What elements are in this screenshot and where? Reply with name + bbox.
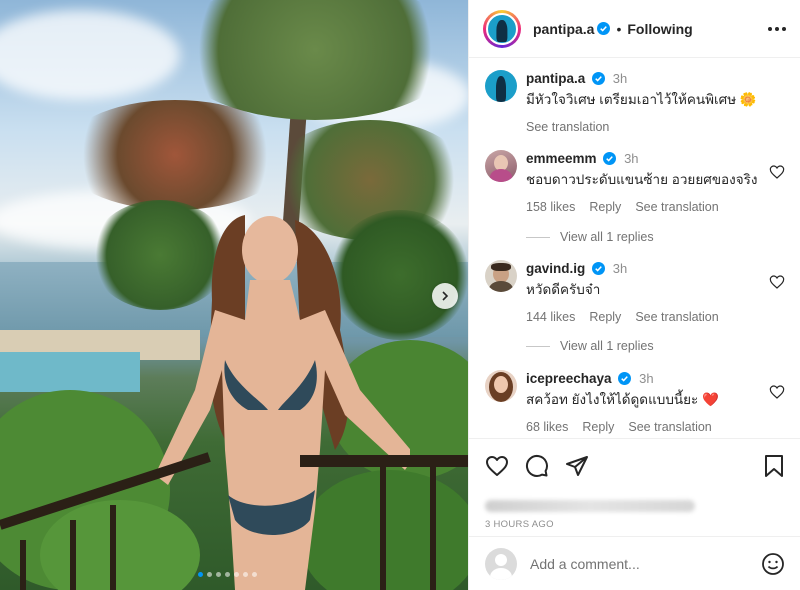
caption-text: มีหัวใจวิเศษ เตรียมเอาไว้ให้คนพิเศษ 🌼 xyxy=(526,92,757,107)
comment-bubble-icon[interactable] xyxy=(525,454,549,478)
comment-likes[interactable]: 144 likes xyxy=(526,310,575,324)
add-comment-bar xyxy=(469,536,800,590)
story-ring[interactable] xyxy=(483,9,521,48)
carousel-dot xyxy=(252,572,257,577)
comment: gavind.ig 3h หวัดดีครับจ๋า 144 likes Rep… xyxy=(485,260,785,324)
reply-button[interactable]: Reply xyxy=(589,310,621,324)
separator-dot: • xyxy=(616,20,622,37)
post-username[interactable]: pantipa.a xyxy=(533,21,594,37)
avatar[interactable] xyxy=(485,70,517,102)
railing-post xyxy=(380,465,386,590)
following-button[interactable]: Following xyxy=(627,21,692,37)
railing-post xyxy=(20,540,26,590)
comment-username[interactable]: gavind.ig xyxy=(526,261,585,276)
current-user-avatar xyxy=(485,547,517,580)
caption-time[interactable]: 3h xyxy=(613,71,627,86)
carousel-next-button[interactable] xyxy=(432,283,458,309)
comment-input[interactable] xyxy=(530,555,761,572)
view-replies-label[interactable]: View all 1 replies xyxy=(560,230,654,244)
pool xyxy=(0,352,140,392)
avatar[interactable] xyxy=(485,260,517,292)
railing-post xyxy=(430,465,436,590)
view-replies-button[interactable]: View all 1 replies xyxy=(526,230,654,244)
comment-text: สคว้อท ยังไงให้ได้ดูดแบบนี้ยะ ❤️ xyxy=(526,392,719,407)
comments-list: pantipa.a 3h มีหัวใจวิเศษ เตรียมเอาไว้ให… xyxy=(469,58,800,438)
comment-time[interactable]: 3h xyxy=(613,261,627,276)
comment-likes[interactable]: 158 likes xyxy=(526,200,575,214)
person-figure xyxy=(155,215,410,590)
carousel-dot xyxy=(225,572,230,577)
like-comment-heart-icon[interactable] xyxy=(769,164,785,180)
carousel-dot xyxy=(216,572,221,577)
post-timestamp[interactable]: 3 HOURS AGO xyxy=(485,519,785,530)
carousel-indicator xyxy=(198,572,257,577)
post-actions: 3 HOURS AGO xyxy=(469,438,800,530)
like-comment-heart-icon[interactable] xyxy=(769,384,785,400)
reply-divider xyxy=(526,345,550,347)
caption-username[interactable]: pantipa.a xyxy=(526,71,585,86)
save-bookmark-icon[interactable] xyxy=(763,454,785,478)
tree-canopy xyxy=(60,100,290,210)
railing-post xyxy=(110,505,116,590)
comment-time[interactable]: 3h xyxy=(639,371,653,386)
carousel-dot xyxy=(207,572,212,577)
like-heart-icon[interactable] xyxy=(485,454,509,478)
caption: pantipa.a 3h มีหัวใจวิเศษ เตรียมเอาไว้ให… xyxy=(485,70,785,134)
verified-badge-icon xyxy=(603,152,617,165)
post-sidebar: pantipa.a • Following pantipa.a 3h มีหัว… xyxy=(468,0,800,590)
comment: icepreechaya 3h สคว้อท ยังไงให้ได้ดูดแบบ… xyxy=(485,370,785,434)
avatar[interactable] xyxy=(485,370,517,402)
comment: emmeemm 3h ชอบดาวประดับแขนซ้าย อวยยศของจ… xyxy=(485,150,785,214)
liked-by-blurred[interactable] xyxy=(485,497,785,515)
comment-time[interactable]: 3h xyxy=(624,151,638,166)
carousel-dot xyxy=(234,572,239,577)
comment-text: ชอบดาวประดับแขนซ้าย อวยยศของจริง xyxy=(526,172,758,187)
carousel-dot xyxy=(198,572,203,577)
comment-username[interactable]: emmeemm xyxy=(526,151,597,166)
railing-post xyxy=(70,520,76,590)
see-translation-link[interactable]: See translation xyxy=(628,420,711,434)
verified-badge-icon xyxy=(592,72,606,85)
reply-button[interactable]: Reply xyxy=(582,420,614,434)
comment-text: หวัดดีครับจ๋า xyxy=(526,282,601,297)
emoji-picker-icon[interactable] xyxy=(761,552,785,576)
chevron-right-icon xyxy=(442,291,449,301)
verified-badge-icon xyxy=(592,262,606,275)
cloud xyxy=(0,10,180,100)
more-options-icon[interactable] xyxy=(768,26,786,31)
share-paper-plane-icon[interactable] xyxy=(565,454,589,478)
comment-username[interactable]: icepreechaya xyxy=(526,371,612,386)
see-translation-link[interactable]: See translation xyxy=(635,310,718,324)
verified-badge-icon xyxy=(597,22,611,35)
avatar xyxy=(486,12,518,45)
carousel-dot xyxy=(243,572,248,577)
like-comment-heart-icon[interactable] xyxy=(769,274,785,290)
comment-likes[interactable]: 68 likes xyxy=(526,420,568,434)
reply-button[interactable]: Reply xyxy=(589,200,621,214)
post-media[interactable] xyxy=(0,0,468,590)
view-replies-label[interactable]: View all 1 replies xyxy=(560,339,654,353)
see-translation-link[interactable]: See translation xyxy=(635,200,718,214)
reply-divider xyxy=(526,236,550,238)
see-translation-link[interactable]: See translation xyxy=(526,120,609,134)
post-header: pantipa.a • Following xyxy=(469,0,800,58)
verified-badge-icon xyxy=(618,372,632,385)
view-replies-button[interactable]: View all 1 replies xyxy=(526,339,654,353)
avatar[interactable] xyxy=(485,150,517,182)
